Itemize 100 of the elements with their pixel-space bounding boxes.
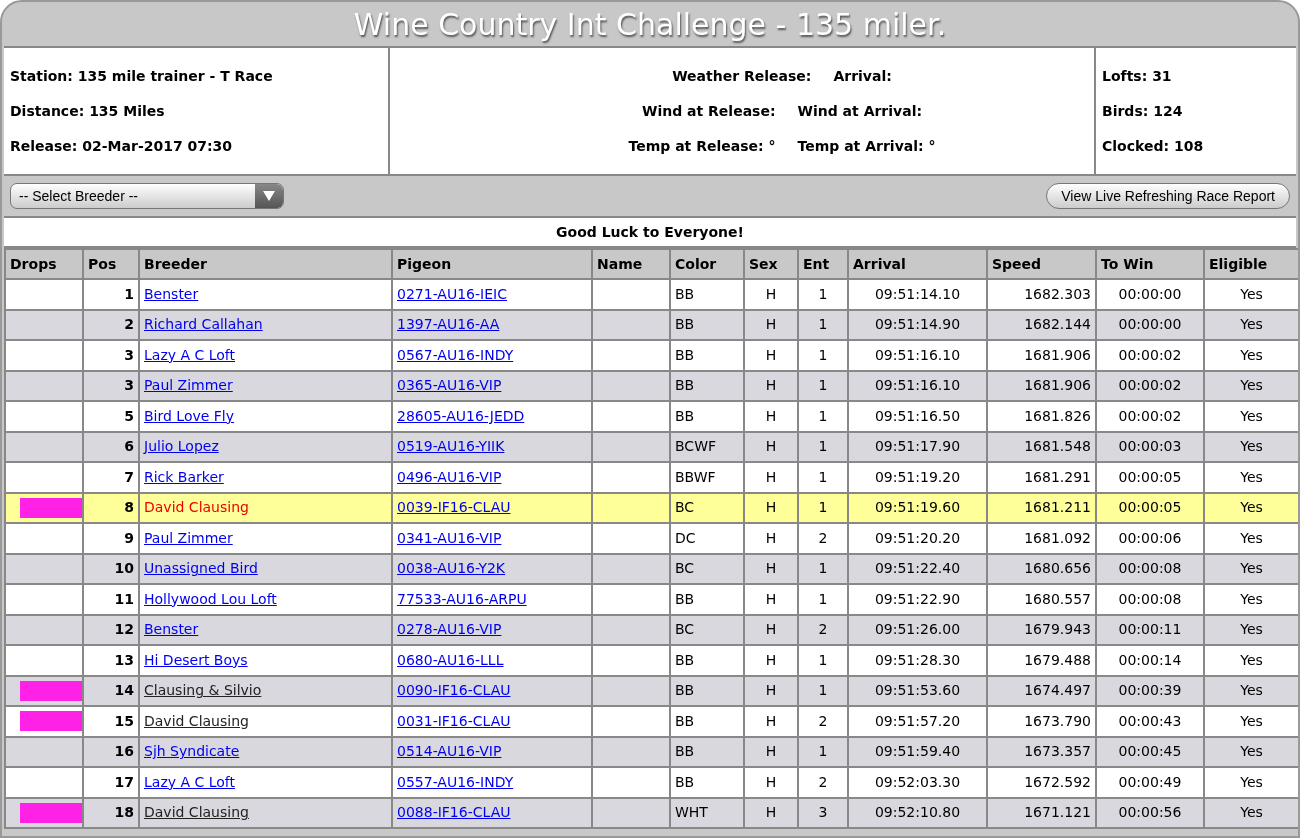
weather-info-text: Temp at Release: ° [628, 136, 776, 156]
table-cell: 09:51:14.10 [848, 279, 987, 310]
table-cell: BB [670, 340, 744, 371]
race-info-text: Release: 02-Mar-2017 07:30 [10, 136, 234, 156]
table-cell: 00:00:06 [1096, 523, 1204, 554]
table-cell: 00:00:05 [1096, 462, 1204, 493]
race-stat-text: Birds: 124 [1102, 101, 1184, 121]
live-report-button[interactable]: View Live Refreshing Race Report [1046, 183, 1290, 209]
table-cell: 3 [83, 340, 139, 371]
table-cell: 09:51:19.20 [848, 462, 987, 493]
weather-info-text: Weather Release: [672, 66, 812, 86]
table-cell: 9 [83, 523, 139, 554]
table-cell: 5 [83, 401, 139, 432]
table-cell: 1672.592 [987, 767, 1096, 798]
table-cell: 1682.303 [987, 279, 1096, 310]
table-cell: 13 [83, 645, 139, 676]
table-cell: 1 [798, 645, 848, 676]
table-cell: 2 [798, 706, 848, 737]
table-cell: 09:52:03.30 [848, 767, 987, 798]
table-cell: 1 [798, 340, 848, 371]
table-cell: 1681.092 [987, 523, 1096, 554]
table-cell: H [744, 797, 798, 828]
table-cell: BB [670, 706, 744, 737]
table-cell: H [744, 462, 798, 493]
table-cell: 2 [798, 767, 848, 798]
table-cell: 1671.121 [987, 797, 1096, 828]
breeder-link[interactable]: Rick Barker [144, 468, 224, 485]
table-cell: H [744, 340, 798, 371]
column-header: Breeder [139, 249, 392, 279]
table-cell: 00:00:14 [1096, 645, 1204, 676]
table-cell: DC [670, 523, 744, 554]
table-cell: 1 [83, 279, 139, 310]
table-cell: H [744, 401, 798, 432]
weather-info-text: Temp at Arrival: ° [797, 136, 936, 156]
column-header: Pigeon [392, 249, 592, 279]
table-cell: WHT [670, 797, 744, 828]
table-cell: 1673.790 [987, 706, 1096, 737]
table-cell: H [744, 767, 798, 798]
column-header: Arrival [848, 249, 987, 279]
table-cell: 7 [83, 462, 139, 493]
table-cell: 00:00:02 [1096, 340, 1204, 371]
table-cell: 17 [83, 767, 139, 798]
weather-info-text: Wind at Release: [641, 101, 776, 121]
table-cell: 09:51:16.50 [848, 401, 987, 432]
race-info-text: Distance: 135 Miles [10, 101, 166, 121]
table-cell: 15 [83, 706, 139, 737]
table-cell: BB [670, 401, 744, 432]
table-cell: 3 [798, 797, 848, 828]
table-cell: 1681.826 [987, 401, 1096, 432]
table-cell: 1680.557 [987, 584, 1096, 615]
breeder-link[interactable]: Paul Zimmer [144, 377, 233, 394]
breeder-link[interactable]: Paul Zimmer [144, 529, 233, 546]
breeder-select[interactable]: -- Select Breeder -- [10, 183, 284, 209]
table-cell: 1 [798, 401, 848, 432]
table-cell: 09:51:28.30 [848, 645, 987, 676]
breeder-link[interactable]: Benster [144, 285, 199, 302]
table-cell: 00:00:56 [1096, 797, 1204, 828]
race-stat-text: Lofts: 31 [1102, 66, 1173, 86]
dropdown-caret-icon [255, 184, 283, 208]
table-cell: H [744, 706, 798, 737]
table-cell: 1 [798, 584, 848, 615]
table-cell: H [744, 523, 798, 554]
table-cell: H [744, 584, 798, 615]
table-cell: BB [670, 584, 744, 615]
table-cell: 11 [83, 584, 139, 615]
weather-info-text: Wind at Arrival: [797, 101, 923, 121]
table-cell: BBWF [670, 462, 744, 493]
breeder-link[interactable]: Bird Love Fly [144, 407, 235, 424]
column-header: Drops [5, 249, 83, 279]
breeder-link[interactable]: Julio Lopez [144, 438, 219, 455]
table-cell: 18 [83, 797, 139, 828]
table-cell: BB [670, 645, 744, 676]
table-cell: 00:00:43 [1096, 706, 1204, 737]
breeder-link[interactable]: Lazy A C Loft [144, 346, 235, 363]
table-cell: 09:51:16.10 [848, 340, 987, 371]
breeder-link[interactable]: Benster [144, 621, 199, 638]
table-cell: 00:00:02 [1096, 401, 1204, 432]
table-cell: 00:00:08 [1096, 584, 1204, 615]
page-title: Wine Country Int Challenge - 135 miler. [352, 5, 948, 44]
table-cell: 00:00:49 [1096, 767, 1204, 798]
weather-info-text: Arrival: [833, 66, 892, 86]
table-cell: 1681.291 [987, 462, 1096, 493]
banner-message: Good Luck to Everyone! [4, 216, 1296, 248]
race-stat-text: Clocked: 108 [1102, 136, 1205, 156]
table-cell: 09:52:10.80 [848, 797, 987, 828]
table-cell: H [744, 645, 798, 676]
table-cell: BB [670, 767, 744, 798]
table-cell: 1 [798, 462, 848, 493]
table-cell: 00:00:00 [1096, 279, 1204, 310]
table-cell: 1681.906 [987, 340, 1096, 371]
breeder-link[interactable]: Lazy A C Loft [144, 773, 235, 790]
table-cell: 09:51:57.20 [848, 706, 987, 737]
table-cell: 09:51:22.90 [848, 584, 987, 615]
table-cell: H [744, 279, 798, 310]
race-info-text: Station: 135 mile trainer - T Race [10, 66, 274, 86]
table-cell: 1679.488 [987, 645, 1096, 676]
table-cell: 2 [798, 523, 848, 554]
table-cell: BB [670, 279, 744, 310]
table-cell: 09:51:20.20 [848, 523, 987, 554]
table-cell: 1 [798, 279, 848, 310]
